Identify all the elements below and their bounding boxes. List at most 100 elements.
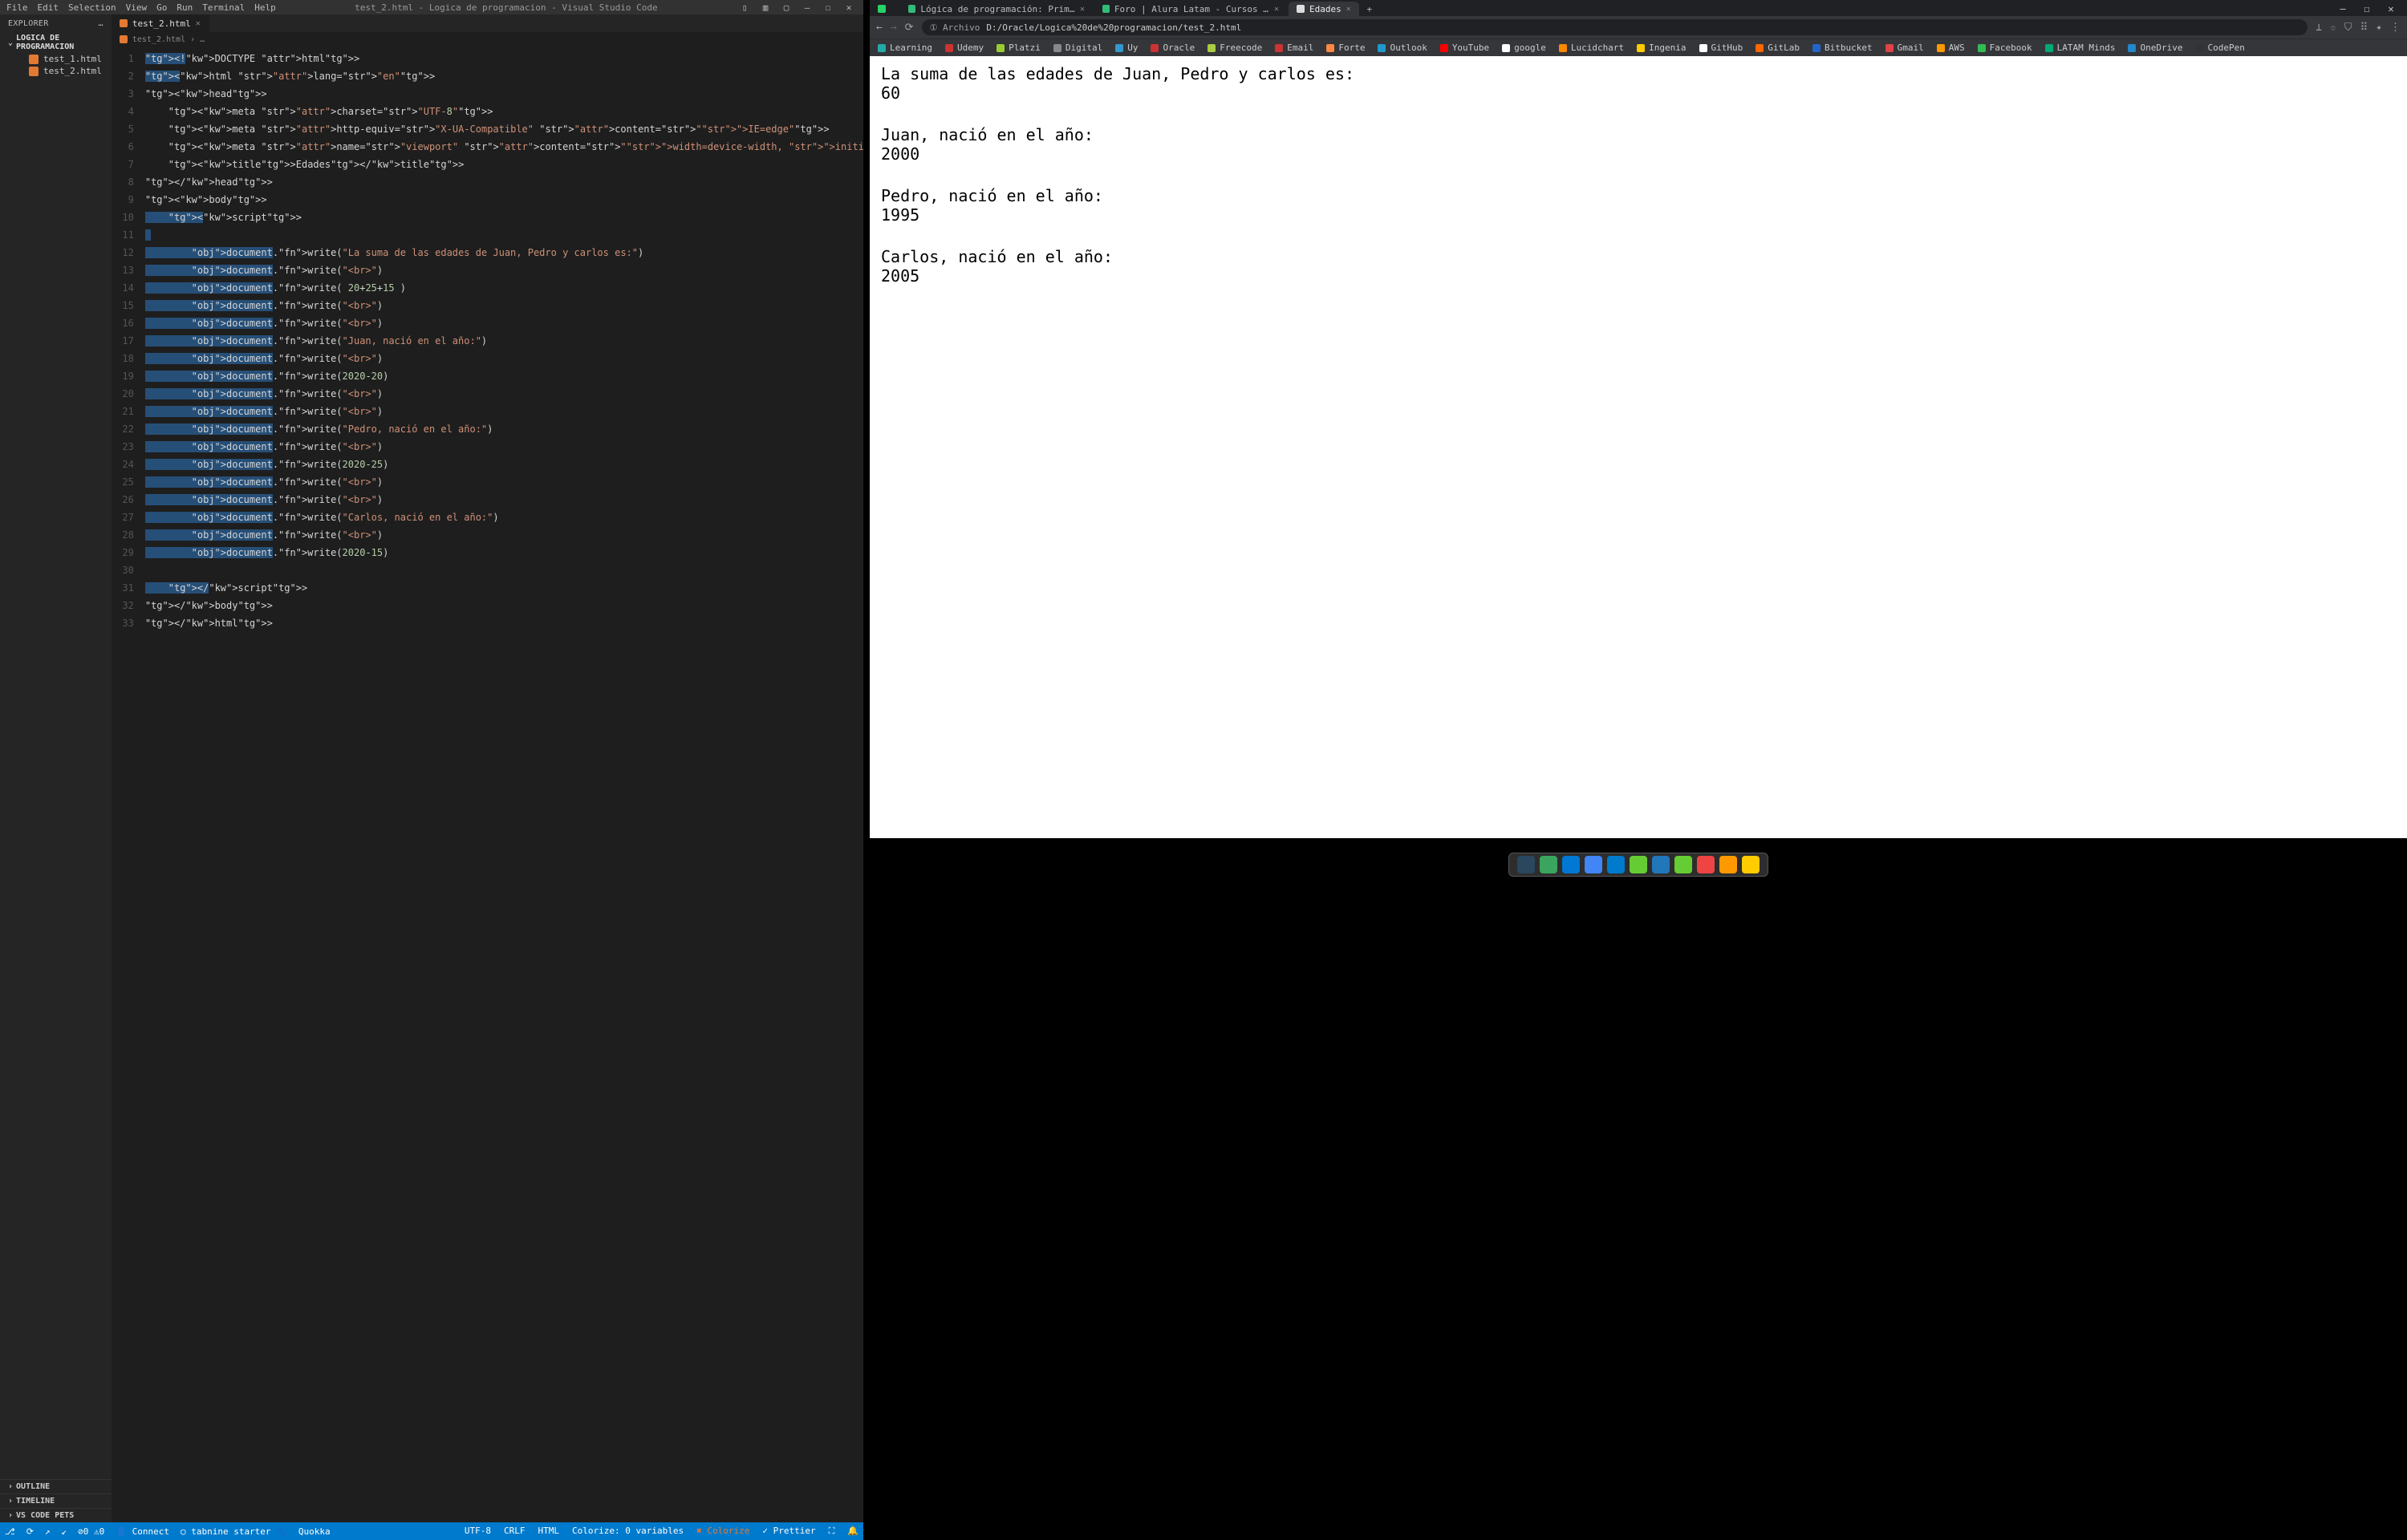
close-icon[interactable]: ✕ [841, 2, 857, 13]
status-item[interactable]: ↗ [45, 1526, 51, 1537]
code-line[interactable]: "obj">document."fn">write("Carlos, nació… [145, 509, 974, 526]
code-line[interactable]: "tg"><"kw">head"tg">> [145, 85, 974, 103]
code-line[interactable]: "obj">document."fn">write("<br>") [145, 491, 974, 509]
dock-app-icon[interactable] [1652, 856, 1670, 873]
status-item[interactable]: ⊘0 ⚠0 [78, 1526, 104, 1537]
status-item[interactable]: HTML [538, 1526, 560, 1537]
status-item[interactable]: ⟳ [26, 1526, 34, 1537]
minimize-icon[interactable]: — [799, 2, 815, 13]
menu-view[interactable]: View [126, 2, 148, 13]
code-line[interactable]: "obj">document."fn">write("<br>") [145, 385, 974, 403]
maximize-icon[interactable]: ☐ [2357, 3, 2377, 14]
browser-tab[interactable]: Foro | Alura Latam - Cursos onlin✕ [1094, 2, 1287, 16]
dock-app-icon[interactable] [1607, 856, 1625, 873]
dock-app-icon[interactable] [1742, 856, 1760, 873]
dock-app-icon[interactable] [1540, 856, 1557, 873]
app-splitter[interactable] [863, 0, 870, 1540]
more-icon[interactable]: … [99, 19, 104, 28]
bookmark-item[interactable]: Bitbucket [1812, 43, 1873, 53]
dock-app-icon[interactable] [1517, 856, 1535, 873]
back-icon[interactable]: ← [876, 22, 883, 34]
close-tab-icon[interactable]: ✕ [196, 19, 201, 28]
new-tab-button[interactable]: + [1361, 2, 1378, 16]
project-root[interactable]: LOGICA DE PROGRAMACION [0, 32, 112, 53]
toolbar-icon[interactable]: ⟂ [2316, 22, 2322, 34]
breadcrumb[interactable]: test_2.html › … [112, 32, 974, 47]
code-line[interactable]: "obj">document."fn">write("<br>") [145, 403, 974, 420]
bookmark-item[interactable]: Forte [1326, 43, 1365, 53]
bookmark-item[interactable]: Freecode [1208, 43, 1262, 53]
menu-help[interactable]: Help [254, 2, 276, 13]
close-tab-icon[interactable]: ✕ [1346, 5, 1351, 14]
forward-icon[interactable]: → [891, 22, 897, 34]
code-line[interactable]: "obj">document."fn">write("<br>") [145, 473, 974, 491]
status-item[interactable]: ✓ Prettier [762, 1526, 815, 1537]
menu-selection[interactable]: Selection [68, 2, 116, 13]
dock-app-icon[interactable] [1585, 856, 1602, 873]
status-item[interactable]: 👤 Connect [116, 1526, 169, 1537]
toolbar-icon[interactable]: ✦ [2376, 22, 2382, 34]
code-line[interactable]: "obj">document."fn">write("<br>") [145, 297, 974, 314]
toolbar-icon[interactable]: ☆ [2330, 22, 2336, 34]
code-line[interactable] [145, 226, 974, 244]
code-line[interactable]: "obj">document."fn">write("<br>") [145, 438, 974, 456]
layout-icon[interactable]: ▢ [778, 2, 794, 13]
file-item[interactable]: test_2.html [0, 65, 112, 77]
menu-edit[interactable]: Edit [38, 2, 59, 13]
code-line[interactable]: "tg"></"kw">head"tg">> [145, 173, 974, 191]
close-tab-icon[interactable]: ✕ [1274, 5, 1279, 14]
dock-app-icon[interactable] [1674, 856, 1692, 873]
bookmark-item[interactable]: Email [1275, 43, 1313, 53]
code-line[interactable]: "obj">document."fn">write(2020-20) [145, 367, 974, 385]
code-line[interactable]: "tg"></"kw">body"tg">> [145, 597, 974, 614]
bookmark-item[interactable]: Platzi [996, 43, 1041, 53]
bookmark-item[interactable]: Outlook [1378, 43, 1427, 53]
sidebar-section[interactable]: VS CODE PETS [0, 1508, 112, 1522]
bookmark-item[interactable]: Oracle [1151, 43, 1195, 53]
bookmark-item[interactable]: GitLab [1756, 43, 1800, 53]
menu-go[interactable]: Go [156, 2, 167, 13]
tab-file[interactable]: test_2.html ✕ [112, 14, 209, 32]
maximize-icon[interactable]: ☐ [820, 2, 836, 13]
code-line[interactable]: "tg"><"kw">meta "str">"attr">name="str">… [145, 138, 974, 156]
code-line[interactable]: "tg"><"kw">script"tg">> [145, 209, 974, 226]
layout-icon[interactable]: ▯ [737, 2, 753, 13]
code-line[interactable]: "tg"></"kw">html"tg">> [145, 614, 974, 632]
toolbar-icon[interactable]: ⋮ [2390, 22, 2401, 34]
bookmark-item[interactable]: YouTube [1440, 43, 1489, 53]
dock-app-icon[interactable] [1719, 856, 1737, 873]
menu-file[interactable]: File [6, 2, 28, 13]
sidebar-section[interactable]: TIMELINE [0, 1493, 112, 1508]
code-line[interactable]: "obj">document."fn">write("<br>") [145, 526, 974, 544]
bookmark-item[interactable]: Uy [1115, 43, 1138, 53]
bookmark-item[interactable]: AWS [1937, 43, 1965, 53]
status-item[interactable]: Quokka [298, 1526, 331, 1537]
code-line[interactable]: "tg"><"kw">meta "str">"attr">charset="st… [145, 103, 974, 120]
code-line[interactable]: "obj">document."fn">write("La suma de la… [145, 244, 974, 261]
code-line[interactable] [145, 561, 974, 579]
menu-terminal[interactable]: Terminal [202, 2, 245, 13]
status-item[interactable]: 🔔 [847, 1526, 858, 1537]
code-line[interactable]: "tg"></"kw">script​"tg">> [145, 579, 974, 597]
code-line[interactable]: "obj">document."fn">write("<br>") [145, 314, 974, 332]
bookmark-item[interactable]: Lucidchart [1559, 43, 1624, 53]
code-editor[interactable]: 1234567891011121314151617181920212223242… [112, 47, 974, 1522]
browser-tab[interactable]: Edades✕ [1289, 2, 1359, 16]
toolbar-icon[interactable]: ⠿ [2360, 22, 2368, 34]
bookmark-item[interactable]: LATAM Minds [2045, 43, 2116, 53]
code-line[interactable]: "obj">document."fn">write("Juan, nació e… [145, 332, 974, 350]
code-line[interactable]: "tg"><"kw">html "str">"attr">lang="str">… [145, 67, 974, 85]
code-line[interactable]: "obj">document."fn">write("Pedro, nació … [145, 420, 974, 438]
minimize-icon[interactable]: — [2333, 3, 2352, 14]
file-item[interactable]: test_1.html [0, 53, 112, 65]
status-item[interactable]: UTF-8 [465, 1526, 491, 1537]
status-item[interactable]: ↙ [62, 1526, 67, 1537]
status-item[interactable]: Colorize: 0 variables [572, 1526, 684, 1537]
code-line[interactable]: "obj">document."fn">write(2020-15) [145, 544, 974, 561]
status-item[interactable]: ⛶ [829, 1526, 835, 1537]
dock-app-icon[interactable] [1630, 856, 1647, 873]
status-item[interactable]: ⎇ [5, 1526, 15, 1537]
panel-icon[interactable]: ▥ [757, 2, 773, 13]
sidebar-section[interactable]: OUTLINE [0, 1479, 112, 1493]
bookmark-item[interactable]: Gmail [1885, 43, 1924, 53]
